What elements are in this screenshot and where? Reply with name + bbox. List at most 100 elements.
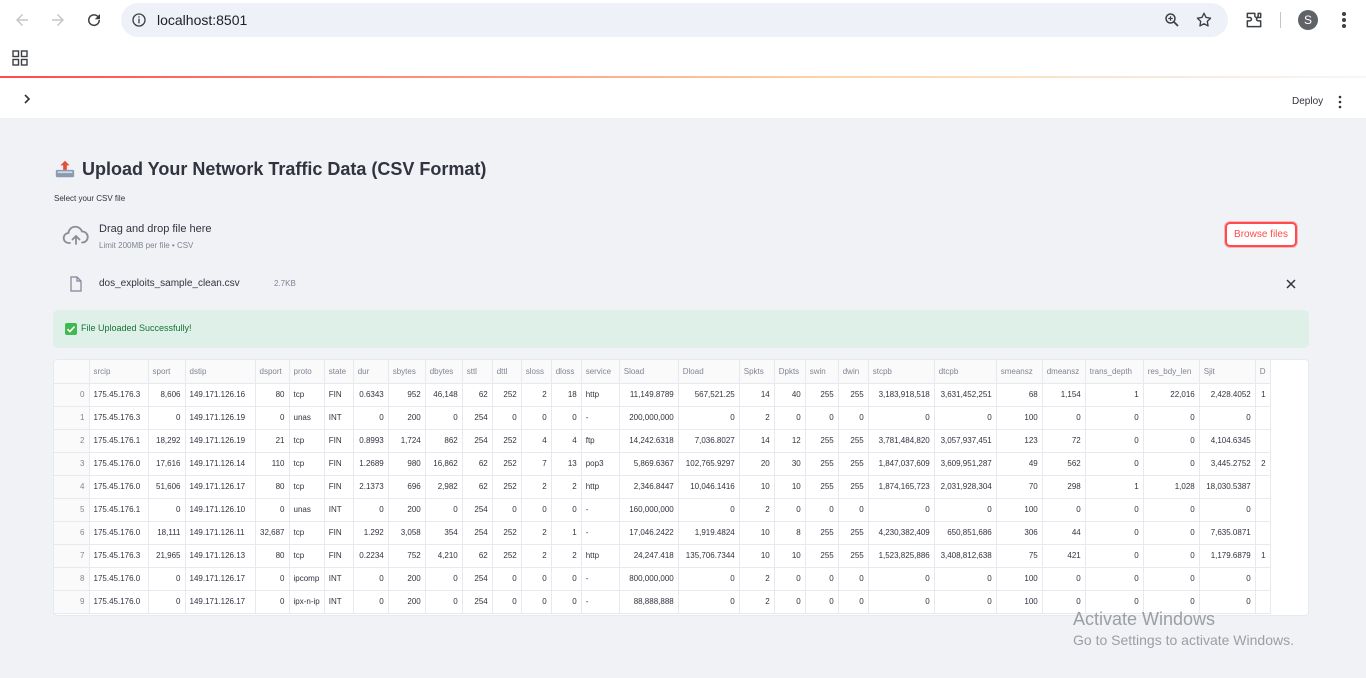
table-cell[interactable]: 4 [551, 429, 582, 453]
table-cell[interactable]: 0 [148, 590, 186, 614]
extensions-icon[interactable] [1244, 10, 1264, 30]
table-cell[interactable]: 0 [1085, 521, 1144, 545]
table-cell[interactable]: 10 [774, 544, 806, 568]
table-cell[interactable]: - [581, 567, 620, 591]
table-cell[interactable]: 255 [805, 429, 839, 453]
table-cell[interactable]: 1,847,037,609 [868, 452, 935, 476]
table-cell[interactable]: 252 [492, 383, 522, 407]
table-cell[interactable]: 2,982 [425, 475, 463, 499]
table-cell[interactable]: 0 [1085, 406, 1144, 430]
column-header[interactable]: proto [289, 360, 325, 384]
table-cell[interactable]: 0 [255, 498, 290, 522]
table-cell[interactable]: 3,408,812,638 [934, 544, 997, 568]
column-header[interactable]: sloss [521, 360, 552, 384]
table-cell[interactable]: 255 [805, 452, 839, 476]
table-cell[interactable]: 562 [1042, 452, 1086, 476]
table-cell[interactable]: http [581, 475, 620, 499]
table-cell[interactable]: 22,016 [1143, 383, 1200, 407]
table-cell[interactable]: 0.8993 [353, 429, 389, 453]
table-row[interactable]: 2 175.45.176.1 18,292 149.171.126.19 21 tcp FI… [54, 429, 1271, 453]
row-index[interactable]: 3 [54, 452, 90, 476]
table-row[interactable]: 6 175.45.176.0 18,111 149.171.126.11 32,687 t… [54, 521, 1271, 545]
table-cell[interactable]: tcp [289, 521, 325, 545]
table-cell[interactable]: 252 [492, 429, 522, 453]
table-cell[interactable]: - [581, 521, 620, 545]
column-header[interactable]: dbytes [425, 360, 463, 384]
table-cell[interactable]: 16,862 [425, 452, 463, 476]
table-cell[interactable]: 0 [1199, 498, 1256, 522]
table-cell[interactable]: 1 [551, 521, 582, 545]
table-cell[interactable]: 70 [996, 475, 1043, 499]
table-cell[interactable]: 0 [551, 567, 582, 591]
table-cell[interactable]: 0 [1085, 429, 1144, 453]
table-cell[interactable]: 0.6343 [353, 383, 389, 407]
browse-files-button[interactable]: Browse files [1225, 222, 1297, 247]
table-cell[interactable] [1255, 406, 1271, 430]
table-cell[interactable]: ipx-n-ip [289, 590, 325, 614]
table-cell[interactable]: 46,148 [425, 383, 463, 407]
reload-button[interactable] [82, 8, 106, 32]
table-cell[interactable]: INT [324, 567, 354, 591]
table-cell[interactable]: 160,000,000 [619, 498, 679, 522]
table-cell[interactable]: 0 [551, 498, 582, 522]
table-cell[interactable]: 0 [255, 567, 290, 591]
table-cell[interactable]: 567,521.25 [678, 383, 740, 407]
table-cell[interactable]: 0 [353, 590, 389, 614]
row-index[interactable]: 7 [54, 544, 90, 568]
table-cell[interactable]: 8,606 [148, 383, 186, 407]
table-cell[interactable]: 44 [1042, 521, 1086, 545]
table-cell[interactable]: 175.45.176.0 [89, 590, 149, 614]
table-cell[interactable]: 14 [739, 383, 775, 407]
column-header[interactable]: dstip [185, 360, 256, 384]
table-cell[interactable]: 1,179.6879 [1199, 544, 1256, 568]
table-cell[interactable]: 696 [388, 475, 426, 499]
table-cell[interactable]: 0 [1143, 452, 1200, 476]
table-cell[interactable]: 0 [148, 406, 186, 430]
table-cell[interactable]: 752 [388, 544, 426, 568]
deploy-button[interactable]: Deploy [1292, 96, 1323, 107]
table-cell[interactable]: 0 [1042, 406, 1086, 430]
column-header[interactable]: swin [805, 360, 839, 384]
table-cell[interactable]: 3,609,951,287 [934, 452, 997, 476]
table-cell[interactable]: 10 [739, 521, 775, 545]
table-cell[interactable]: 18,292 [148, 429, 186, 453]
table-cell[interactable]: 0 [934, 498, 997, 522]
profile-avatar[interactable]: S [1298, 10, 1318, 30]
table-cell[interactable] [1255, 498, 1271, 522]
table-cell[interactable]: 0 [678, 498, 740, 522]
table-cell[interactable]: 0 [492, 406, 522, 430]
table-cell[interactable]: 862 [425, 429, 463, 453]
table-cell[interactable]: 18 [551, 383, 582, 407]
table-cell[interactable]: 0 [868, 590, 935, 614]
zoom-icon[interactable] [1163, 11, 1181, 29]
table-cell[interactable]: FIN [324, 383, 354, 407]
table-cell[interactable]: 51,606 [148, 475, 186, 499]
column-header[interactable]: dmeansz [1042, 360, 1086, 384]
table-cell[interactable]: 0 [425, 567, 463, 591]
table-cell[interactable]: FIN [324, 521, 354, 545]
table-cell[interactable]: 0 [1199, 406, 1256, 430]
table-cell[interactable]: 175.45.176.1 [89, 498, 149, 522]
column-header[interactable]: srcip [89, 360, 149, 384]
table-cell[interactable]: 14 [739, 429, 775, 453]
table-cell[interactable]: unas [289, 406, 325, 430]
column-header[interactable]: smeansz [996, 360, 1043, 384]
table-cell[interactable]: 0 [353, 406, 389, 430]
table-cell[interactable]: 0 [425, 590, 463, 614]
table-cell[interactable]: 175.45.176.0 [89, 475, 149, 499]
table-cell[interactable]: 11,149.8789 [619, 383, 679, 407]
table-cell[interactable]: 2 [521, 521, 552, 545]
table-cell[interactable]: 0 [678, 406, 740, 430]
table-cell[interactable]: 252 [492, 452, 522, 476]
table-cell[interactable]: 0 [1085, 498, 1144, 522]
table-cell[interactable]: 2 [739, 567, 775, 591]
table-cell[interactable]: 0 [838, 567, 869, 591]
table-cell[interactable]: 3,631,452,251 [934, 383, 997, 407]
table-cell[interactable]: 0 [148, 567, 186, 591]
table-cell[interactable]: 0 [838, 406, 869, 430]
table-cell[interactable]: 255 [805, 475, 839, 499]
table-cell[interactable]: 7,635.0871 [1199, 521, 1256, 545]
row-index[interactable]: 9 [54, 590, 90, 614]
table-cell[interactable] [1255, 429, 1271, 453]
table-cell[interactable]: 2 [739, 406, 775, 430]
